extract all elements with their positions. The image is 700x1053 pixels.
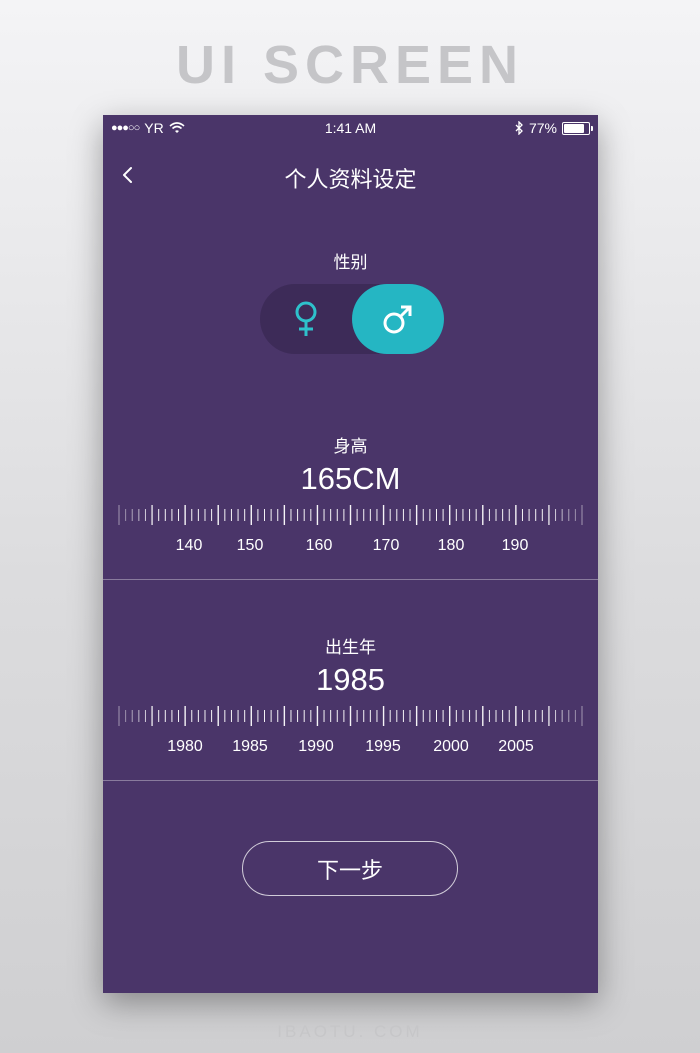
year-tick-label: 1995 — [365, 738, 401, 755]
year-tick-label: 1990 — [298, 738, 334, 755]
battery-percent: 77% — [528, 120, 557, 136]
gender-male-option[interactable] — [352, 284, 444, 354]
birth-year-ruler[interactable] — [117, 704, 584, 730]
next-button[interactable]: 下一步 — [242, 841, 458, 896]
height-tick-label: 150 — [236, 537, 264, 554]
height-ruler[interactable] — [117, 503, 584, 529]
section-divider — [103, 579, 598, 580]
height-ruler-labels: 140 150 160 170 180 190 — [103, 537, 598, 557]
page-title: 个人资料设定 — [284, 167, 417, 192]
year-tick-label: 1980 — [167, 738, 203, 755]
gender-label: 性别 — [333, 253, 368, 272]
year-tick-label: 2000 — [433, 738, 469, 755]
height-label: 身高 — [333, 437, 368, 456]
gender-female-option[interactable] — [260, 284, 352, 354]
battery-fill — [564, 123, 585, 133]
height-tick-label: 180 — [437, 537, 465, 554]
height-tick-label: 160 — [305, 537, 333, 554]
battery-icon — [562, 121, 593, 135]
birth-year-value: 1985 — [316, 662, 385, 697]
year-tick-label: 2005 — [498, 738, 534, 755]
bluetooth-icon — [515, 121, 523, 135]
status-bar: ●●●○○ YR 1:41 AM 77% — [103, 115, 598, 141]
height-tick-label: 140 — [175, 537, 203, 554]
female-icon — [295, 301, 317, 336]
nav-bar: 个人资料设定 — [103, 155, 598, 195]
gender-toggle[interactable] — [260, 284, 444, 354]
phone-screen: ●●●○○ YR 1:41 AM 77% 个人资料设定 性别 身高 165CM … — [103, 115, 598, 993]
section-divider — [103, 780, 598, 781]
male-icon — [383, 305, 412, 334]
height-tick-label: 170 — [372, 537, 400, 554]
page-heading: UI SCREEN — [175, 35, 525, 95]
height-value: 165CM — [300, 461, 401, 496]
footer-watermark: IBAOTU. COM — [277, 1022, 423, 1041]
birth-year-ruler-labels: 1980 1985 1990 1995 2000 2005 — [103, 738, 598, 758]
height-tick-label: 190 — [501, 537, 529, 554]
status-right: 77% — [515, 120, 593, 136]
year-tick-label: 1985 — [232, 738, 268, 755]
birth-year-label: 出生年 — [325, 638, 376, 657]
